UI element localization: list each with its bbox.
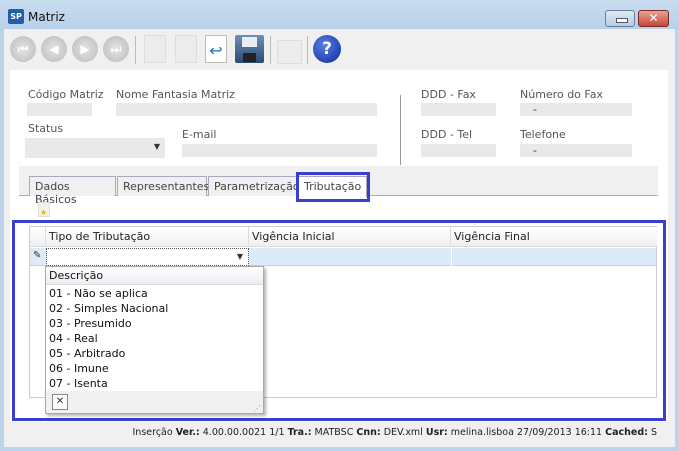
nome-fantasia-field[interactable] <box>116 103 377 116</box>
ddd-tel-field[interactable] <box>421 144 496 157</box>
email-field[interactable] <box>182 144 377 157</box>
dropdown-item[interactable]: 03 - Presumido <box>49 317 132 332</box>
tab-highlight <box>296 172 370 202</box>
codigo-matriz-label: Código Matriz <box>28 88 104 101</box>
ddd-fax-field[interactable] <box>421 103 496 116</box>
new-icon[interactable] <box>144 35 166 63</box>
status-mode: Inserção <box>132 427 173 438</box>
telefone-label: Telefone <box>520 128 566 141</box>
next-record-icon[interactable]: ▶ <box>72 36 98 62</box>
status-cached: S <box>650 427 657 438</box>
first-record-icon[interactable]: ⏮ <box>10 36 36 62</box>
numero-fax-field[interactable]: - <box>520 103 632 116</box>
dropdown-item[interactable]: 05 - Arbitrado <box>49 347 125 362</box>
tab-parametrizacao[interactable]: Parametrização <box>208 176 300 196</box>
toolbar-separator <box>270 36 271 64</box>
status-label: Status <box>28 122 64 135</box>
title-bar <box>0 0 679 30</box>
ddd-fax-label: DDD - Fax <box>421 88 476 101</box>
undo-icon[interactable]: ↩ <box>205 35 227 63</box>
chevron-down-icon[interactable]: ▼ <box>237 252 243 261</box>
status-select[interactable]: ▼ <box>25 138 165 158</box>
toolbar-separator <box>307 36 308 64</box>
row-indicator-header <box>30 227 46 247</box>
save-icon[interactable] <box>235 35 264 63</box>
new-row-icon[interactable]: ★ <box>38 202 50 217</box>
tributacao-dropdown: Descrição 01 - Não se aplica 02 - Simple… <box>45 266 264 414</box>
ddd-tel-label: DDD - Tel <box>421 128 473 141</box>
app-icon: SP <box>8 9 24 24</box>
lock-icon[interactable] <box>277 40 302 64</box>
status-tra-label: Tra.: <box>287 427 312 438</box>
chevron-down-icon: ▼ <box>153 142 160 151</box>
column-header[interactable]: Tipo de Tributação <box>46 227 249 247</box>
column-header[interactable]: Vigência Inicial <box>249 227 451 247</box>
tab-dados-basicos[interactable]: Dados Básicos <box>29 176 116 206</box>
status-bar: Inserção Ver.: 4.00.00.0021 1/1 Tra.: MA… <box>0 427 658 438</box>
dropdown-item[interactable]: 04 - Real <box>49 332 98 347</box>
toolbar-separator <box>135 36 136 64</box>
cell-divider <box>451 248 452 266</box>
pencil-icon: ✎ <box>33 250 42 261</box>
dropdown-item[interactable]: 07 - Isenta <box>49 377 108 392</box>
vertical-divider <box>400 95 401 165</box>
edit-icon[interactable] <box>175 35 197 63</box>
status-usr-label: Usr: <box>425 427 448 438</box>
dropdown-item[interactable]: 06 - Imune <box>49 362 109 377</box>
tab-representantes[interactable]: Representantes <box>117 176 209 196</box>
tipo-tributacao-combo[interactable]: ▼ <box>46 248 249 266</box>
help-icon[interactable]: ? <box>313 35 341 63</box>
codigo-matriz-field[interactable] <box>27 103 92 116</box>
previous-record-icon[interactable]: ◀ <box>41 36 67 62</box>
telefone-field[interactable]: - <box>520 144 632 157</box>
close-button[interactable]: ✕ <box>638 10 669 27</box>
status-cached-label: Cached: <box>605 427 648 438</box>
dropdown-header: Descrição <box>46 267 263 285</box>
column-header[interactable]: Vigência Final <box>451 227 657 247</box>
status-usr: melina.lisboa 27/09/2013 16:11 <box>450 427 603 438</box>
window-title: Matriz <box>28 10 65 24</box>
dropdown-footer: ✕ ⋰ <box>46 391 263 413</box>
dropdown-item[interactable]: 01 - Não se aplica <box>49 287 148 302</box>
nome-fantasia-label: Nome Fantasia Matriz <box>116 88 235 101</box>
dropdown-item[interactable]: 02 - Simples Nacional <box>49 302 168 317</box>
status-tra: MATBSC <box>314 427 354 438</box>
resize-grip-icon[interactable]: ⋰ <box>253 404 261 413</box>
numero-fax-label: Número do Fax <box>520 88 603 101</box>
close-dropdown-button[interactable]: ✕ <box>52 394 68 410</box>
last-record-icon[interactable]: ⏭ <box>103 36 129 62</box>
status-ver: 4.00.00.0021 1/1 <box>202 427 285 438</box>
status-cnn-label: Cnn: <box>356 427 381 438</box>
status-cnn: DEV.xml <box>383 427 423 438</box>
email-label: E-mail <box>182 128 217 141</box>
table-row[interactable]: ✎ ▼ <box>30 248 656 266</box>
status-ver-label: Ver.: <box>175 427 200 438</box>
minimize-button[interactable] <box>605 10 635 27</box>
